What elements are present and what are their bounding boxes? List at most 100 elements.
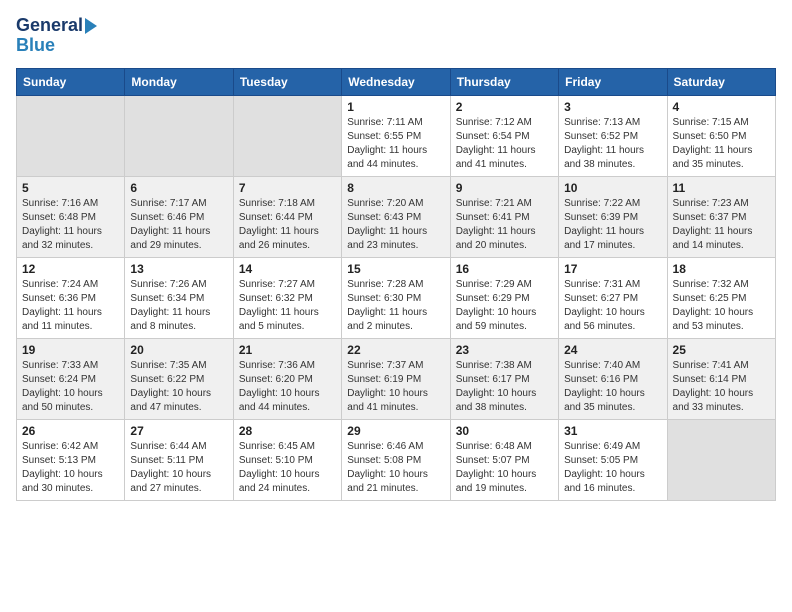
weekday-header-wednesday: Wednesday (342, 68, 450, 95)
day-number: 15 (347, 262, 444, 276)
day-info: Sunrise: 7:13 AM Sunset: 6:52 PM Dayligh… (564, 116, 661, 172)
day-info: Sunrise: 7:15 AM Sunset: 6:50 PM Dayligh… (673, 116, 770, 172)
day-info: Sunrise: 7:20 AM Sunset: 6:43 PM Dayligh… (347, 197, 444, 253)
week-row-1: 1Sunrise: 7:11 AM Sunset: 6:55 PM Daylig… (17, 95, 776, 176)
day-number: 31 (564, 424, 661, 438)
day-cell: 21 Sunrise: 7:36 AM Sunset: 6:20 PM Dayli… (233, 338, 341, 419)
day-number: 8 (347, 181, 444, 195)
day-info: Sunrise: 7:23 AM Sunset: 6:37 PM Dayligh… (673, 197, 770, 253)
day-cell (17, 95, 125, 176)
day-info: Sunrise: 7:26 AM Sunset: 6:34 PM Dayligh… (130, 278, 227, 334)
day-cell: 4 Sunrise: 7:15 AM Sunset: 6:50 PM Daylig… (667, 95, 775, 176)
logo-arrow-icon (85, 18, 97, 34)
day-cell: 3Sunrise: 7:13 AM Sunset: 6:52 PM Daylig… (559, 95, 667, 176)
day-info: Sunrise: 7:38 AM Sunset: 6:17 PM Dayligh… (456, 359, 553, 415)
day-number: 18 (673, 262, 770, 276)
logo: General Blue (16, 16, 97, 56)
day-cell: 12Sunrise: 7:24 AM Sunset: 6:36 PM Dayli… (17, 257, 125, 338)
day-cell (667, 419, 775, 500)
day-number: 27 (130, 424, 227, 438)
day-info: Sunrise: 7:12 AM Sunset: 6:54 PM Dayligh… (456, 116, 553, 172)
day-info: Sunrise: 6:49 AM Sunset: 5:05 PM Dayligh… (564, 440, 661, 496)
day-cell: 14 Sunrise: 7:27 AM Sunset: 6:32 PM Dayli… (233, 257, 341, 338)
day-info: Sunrise: 7:18 AM Sunset: 6:44 PM Dayligh… (239, 197, 336, 253)
day-info: Sunrise: 7:35 AM Sunset: 6:22 PM Dayligh… (130, 359, 227, 415)
day-info: Sunrise: 6:45 AM Sunset: 5:10 PM Dayligh… (239, 440, 336, 496)
weekday-header-monday: Monday (125, 68, 233, 95)
day-cell: 10 Sunrise: 7:22 AM Sunset: 6:39 PM Dayli… (559, 176, 667, 257)
day-info: Sunrise: 7:22 AM Sunset: 6:39 PM Dayligh… (564, 197, 661, 253)
day-cell: 25Sunrise: 7:41 AM Sunset: 6:14 PM Dayli… (667, 338, 775, 419)
day-cell: 29 Sunrise: 6:46 AM Sunset: 5:08 PM Dayli… (342, 419, 450, 500)
day-number: 17 (564, 262, 661, 276)
day-cell: 18 Sunrise: 7:32 AM Sunset: 6:25 PM Dayli… (667, 257, 775, 338)
week-row-5: 26 Sunrise: 6:42 AM Sunset: 5:13 PM Dayli… (17, 419, 776, 500)
day-number: 11 (673, 181, 770, 195)
day-cell: 22Sunrise: 7:37 AM Sunset: 6:19 PM Dayli… (342, 338, 450, 419)
day-cell: 11 Sunrise: 7:23 AM Sunset: 6:37 PM Dayli… (667, 176, 775, 257)
day-number: 7 (239, 181, 336, 195)
day-info: Sunrise: 6:46 AM Sunset: 5:08 PM Dayligh… (347, 440, 444, 496)
day-number: 29 (347, 424, 444, 438)
weekday-header-friday: Friday (559, 68, 667, 95)
day-number: 19 (22, 343, 119, 357)
day-info: Sunrise: 6:44 AM Sunset: 5:11 PM Dayligh… (130, 440, 227, 496)
day-number: 26 (22, 424, 119, 438)
day-info: Sunrise: 7:17 AM Sunset: 6:46 PM Dayligh… (130, 197, 227, 253)
week-row-2: 5Sunrise: 7:16 AM Sunset: 6:48 PM Daylig… (17, 176, 776, 257)
day-cell: 1Sunrise: 7:11 AM Sunset: 6:55 PM Daylig… (342, 95, 450, 176)
day-info: Sunrise: 7:37 AM Sunset: 6:19 PM Dayligh… (347, 359, 444, 415)
day-number: 23 (456, 343, 553, 357)
logo-text-blue: Blue (16, 36, 55, 56)
day-cell: 23 Sunrise: 7:38 AM Sunset: 6:17 PM Dayli… (450, 338, 558, 419)
day-cell: 20 Sunrise: 7:35 AM Sunset: 6:22 PM Dayli… (125, 338, 233, 419)
day-cell: 26 Sunrise: 6:42 AM Sunset: 5:13 PM Dayli… (17, 419, 125, 500)
day-info: Sunrise: 6:48 AM Sunset: 5:07 PM Dayligh… (456, 440, 553, 496)
day-number: 10 (564, 181, 661, 195)
day-number: 28 (239, 424, 336, 438)
day-cell: 9Sunrise: 7:21 AM Sunset: 6:41 PM Daylig… (450, 176, 558, 257)
day-cell: 2Sunrise: 7:12 AM Sunset: 6:54 PM Daylig… (450, 95, 558, 176)
day-info: Sunrise: 7:28 AM Sunset: 6:30 PM Dayligh… (347, 278, 444, 334)
day-cell: 30 Sunrise: 6:48 AM Sunset: 5:07 PM Dayli… (450, 419, 558, 500)
day-info: Sunrise: 7:36 AM Sunset: 6:20 PM Dayligh… (239, 359, 336, 415)
week-row-3: 12Sunrise: 7:24 AM Sunset: 6:36 PM Dayli… (17, 257, 776, 338)
day-info: Sunrise: 7:27 AM Sunset: 6:32 PM Dayligh… (239, 278, 336, 334)
day-cell: 8 Sunrise: 7:20 AM Sunset: 6:43 PM Daylig… (342, 176, 450, 257)
logo-text-general: General (16, 16, 83, 36)
day-cell: 24 Sunrise: 7:40 AM Sunset: 6:16 PM Dayli… (559, 338, 667, 419)
day-cell: 15 Sunrise: 7:28 AM Sunset: 6:30 PM Dayli… (342, 257, 450, 338)
day-info: Sunrise: 7:33 AM Sunset: 6:24 PM Dayligh… (22, 359, 119, 415)
day-info: Sunrise: 7:40 AM Sunset: 6:16 PM Dayligh… (564, 359, 661, 415)
day-cell: 31 Sunrise: 6:49 AM Sunset: 5:05 PM Dayli… (559, 419, 667, 500)
day-cell: 5Sunrise: 7:16 AM Sunset: 6:48 PM Daylig… (17, 176, 125, 257)
day-number: 14 (239, 262, 336, 276)
day-cell: 7 Sunrise: 7:18 AM Sunset: 6:44 PM Daylig… (233, 176, 341, 257)
day-number: 30 (456, 424, 553, 438)
weekday-header-saturday: Saturday (667, 68, 775, 95)
day-number: 1 (347, 100, 444, 114)
week-row-4: 19 Sunrise: 7:33 AM Sunset: 6:24 PM Dayli… (17, 338, 776, 419)
day-cell: 6 Sunrise: 7:17 AM Sunset: 6:46 PM Daylig… (125, 176, 233, 257)
weekday-header-thursday: Thursday (450, 68, 558, 95)
day-number: 20 (130, 343, 227, 357)
day-info: Sunrise: 6:42 AM Sunset: 5:13 PM Dayligh… (22, 440, 119, 496)
day-info: Sunrise: 7:16 AM Sunset: 6:48 PM Dayligh… (22, 197, 119, 253)
day-cell (125, 95, 233, 176)
day-number: 13 (130, 262, 227, 276)
day-info: Sunrise: 7:32 AM Sunset: 6:25 PM Dayligh… (673, 278, 770, 334)
day-cell (233, 95, 341, 176)
day-number: 24 (564, 343, 661, 357)
weekday-header-row: SundayMondayTuesdayWednesdayThursdayFrid… (17, 68, 776, 95)
day-info: Sunrise: 7:31 AM Sunset: 6:27 PM Dayligh… (564, 278, 661, 334)
day-cell: 28 Sunrise: 6:45 AM Sunset: 5:10 PM Dayli… (233, 419, 341, 500)
day-number: 6 (130, 181, 227, 195)
day-number: 4 (673, 100, 770, 114)
day-number: 9 (456, 181, 553, 195)
weekday-header-sunday: Sunday (17, 68, 125, 95)
day-cell: 16Sunrise: 7:29 AM Sunset: 6:29 PM Dayli… (450, 257, 558, 338)
day-number: 16 (456, 262, 553, 276)
day-cell: 19 Sunrise: 7:33 AM Sunset: 6:24 PM Dayli… (17, 338, 125, 419)
day-number: 21 (239, 343, 336, 357)
day-cell: 17 Sunrise: 7:31 AM Sunset: 6:27 PM Dayli… (559, 257, 667, 338)
